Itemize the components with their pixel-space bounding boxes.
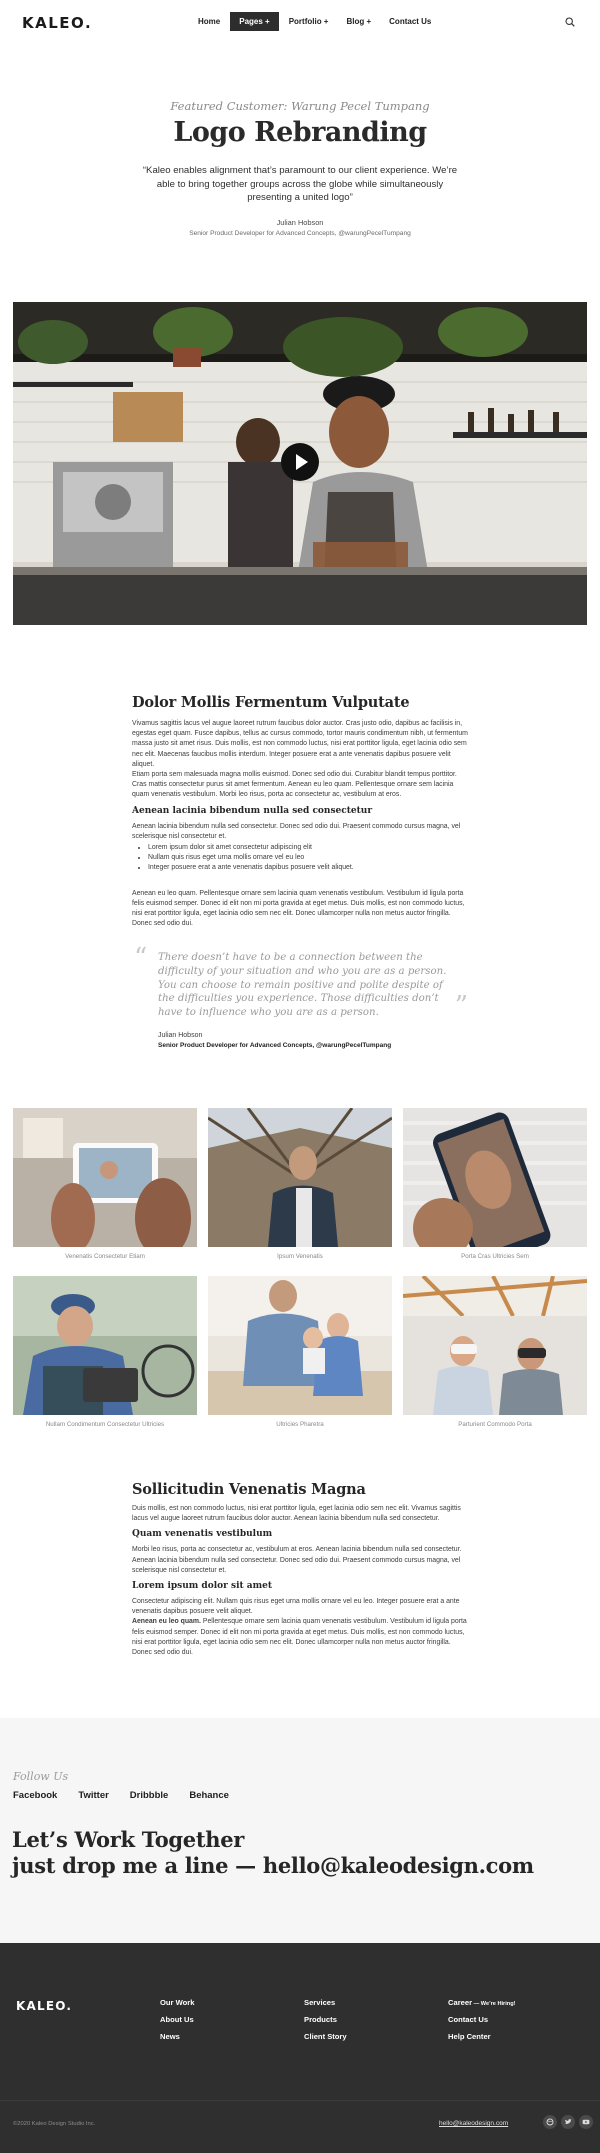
article-paragraph: Aenean eu leo quam. Pellentesque ornare … xyxy=(132,1617,468,1658)
article-subheading: Aenean lacinia bibendum nulla sed consec… xyxy=(132,805,373,816)
list-item: Nullam quis risus eget urna mollis ornar… xyxy=(148,853,468,863)
cta-line-2[interactable]: just drop me a line — hello@kaleodesign.… xyxy=(12,1853,534,1879)
site-header: KALEO. Home Pages + Portfolio + Blog + C… xyxy=(0,0,600,46)
cta-line-1: Let’s Work Together xyxy=(12,1827,245,1852)
gallery-caption: Nullam Condimentum Consectetur Ultricies xyxy=(45,1421,165,1428)
article-subheading: Quam venenatis vestibulum xyxy=(132,1529,273,1540)
quote-open-icon: “ xyxy=(134,943,148,974)
blockquote-author-role: Senior Product Developer for Advanced Co… xyxy=(158,1042,392,1050)
gallery-item[interactable]: Parturient Commodo Porta xyxy=(403,1276,587,1428)
copyright: ©2020 Kaleo Design Studio Inc. xyxy=(13,2121,96,2127)
blockquote-text: There doesn’t have to be a connection be… xyxy=(158,952,447,1018)
footer-link-our-work[interactable]: Our Work xyxy=(160,1998,194,2007)
footer-link-contact[interactable]: Contact Us xyxy=(448,2015,516,2024)
gallery-caption: Ipsum Venenatis xyxy=(277,1253,323,1260)
businessman-phone-image xyxy=(208,1108,392,1247)
social-behance-link[interactable]: Behance xyxy=(189,1790,229,1801)
footer-column: Our Work About Us News xyxy=(160,1998,194,2049)
quote-close-icon: ” xyxy=(454,991,468,1022)
footer-link-services[interactable]: Services xyxy=(304,1998,347,2007)
footer-link-client-story[interactable]: Client Story xyxy=(304,2032,347,2041)
hero-author-role: Senior Product Developer for Advanced Co… xyxy=(189,229,411,237)
elderly-man-tablet-image xyxy=(13,1276,197,1415)
tablet-video-call-image xyxy=(13,1108,197,1247)
article-paragraph: Aenean eu leo quam. Pellentesque ornare … xyxy=(132,889,465,928)
hero-quote: “Kaleo enables alignment that’s paramoun… xyxy=(142,165,458,203)
footer-link-products[interactable]: Products xyxy=(304,2015,347,2024)
family-floor-image xyxy=(208,1276,392,1415)
article-subheading: Lorem ipsum dolor sit amet xyxy=(132,1581,273,1592)
footer-link-help[interactable]: Help Center xyxy=(448,2032,516,2041)
page-title: Logo Rebranding xyxy=(173,117,427,148)
gallery-caption: Ultricies Pharetra xyxy=(276,1421,324,1428)
follow-us-label: Follow Us xyxy=(13,1770,69,1783)
cta-section: Follow Us Facebook Twitter Dribbble Beha… xyxy=(0,1718,600,1943)
play-icon[interactable] xyxy=(281,443,319,481)
footer-logo[interactable]: KALEO. xyxy=(16,1999,72,2013)
hiring-badge: — We’re Hiring! xyxy=(472,2001,516,2007)
blockquote-author: Julian Hobson xyxy=(158,1032,203,1040)
gallery-item[interactable]: Porta Cras Ultricies Sem xyxy=(403,1108,587,1260)
site-footer: KALEO. Our Work About Us News Services P… xyxy=(0,1943,600,2153)
cta-heading: Let’s Work Together just drop me a line … xyxy=(12,1827,534,1879)
list-item: Lorem ipsum dolor sit amet consectetur a… xyxy=(148,843,468,853)
footer-divider xyxy=(0,2100,600,2101)
article-paragraph: Vivamus sagittis lacus vel augue laoreet… xyxy=(132,720,468,768)
list-item: Integer posuere erat a ante venenatis da… xyxy=(148,863,468,873)
main-nav: Home Pages + Portfolio + Blog + Contact … xyxy=(190,12,441,31)
footer-column: Career — We’re Hiring! Contact Us Help C… xyxy=(448,1998,516,2049)
footer-column: Services Products Client Story xyxy=(304,1998,347,2049)
gallery-caption: Parturient Commodo Porta xyxy=(458,1421,532,1428)
blockquote: “ There doesn’t have to be a connection … xyxy=(132,943,468,1050)
article-list: Lorem ipsum dolor sit amet consectetur a… xyxy=(148,843,468,874)
twitter-icon[interactable] xyxy=(561,2115,575,2129)
nav-portfolio[interactable]: Portfolio + xyxy=(281,12,337,31)
article-heading: Dolor Mollis Fermentum Vulputate xyxy=(132,694,410,711)
vr-headsets-image xyxy=(403,1276,587,1415)
youtube-icon[interactable] xyxy=(579,2115,593,2129)
search-icon[interactable] xyxy=(565,17,575,27)
hero-author-name: Julian Hobson xyxy=(276,217,324,227)
video-player[interactable] xyxy=(13,302,587,625)
social-dribbble-link[interactable]: Dribbble xyxy=(130,1790,169,1801)
article-paragraph: Morbi leo risus, porta ac consectetur ac… xyxy=(132,1546,462,1574)
hero-section: Featured Customer: Warung Pecel Tumpang … xyxy=(0,46,600,237)
gallery-item[interactable]: Venenatis Consectetur Etiam xyxy=(13,1108,197,1260)
career-label: Career xyxy=(448,1998,473,2007)
dribbble-icon[interactable] xyxy=(543,2115,557,2129)
article-paragraph: Etiam porta sem malesuada magna mollis e… xyxy=(132,771,457,799)
footer-link-career[interactable]: Career — We’re Hiring! xyxy=(448,1998,516,2007)
featured-customer: Featured Customer: Warung Pecel Tumpang xyxy=(170,99,430,113)
article-paragraph: Aenean lacinia bibendum nulla sed consec… xyxy=(132,822,461,840)
footer-link-about[interactable]: About Us xyxy=(160,2015,194,2024)
article-paragraph: Duis mollis, est non commodo luctus, nis… xyxy=(132,1505,461,1523)
gallery-item[interactable]: Ultricies Pharetra xyxy=(208,1276,392,1428)
article-heading: Sollicitudin Venenatis Magna xyxy=(132,1481,366,1498)
social-facebook-link[interactable]: Facebook xyxy=(13,1790,57,1801)
bold-lead: Aenean eu leo quam. xyxy=(132,1618,201,1626)
article-section-2: Sollicitudin Venenatis Magna Duis mollis… xyxy=(132,1481,468,1658)
gallery-item[interactable]: Nullam Condimentum Consectetur Ultricies xyxy=(13,1276,197,1428)
gallery-caption: Venenatis Consectetur Etiam xyxy=(65,1253,145,1260)
social-twitter-link[interactable]: Twitter xyxy=(78,1790,108,1801)
nav-pages[interactable]: Pages + xyxy=(230,12,279,31)
article-section-1: Dolor Mollis Fermentum Vulputate Vivamus… xyxy=(132,694,468,1049)
social-links: Facebook Twitter Dribbble Behance xyxy=(13,1790,250,1801)
nav-contact[interactable]: Contact Us xyxy=(381,12,439,31)
nav-home[interactable]: Home xyxy=(190,12,228,31)
site-logo[interactable]: KALEO. xyxy=(22,14,92,32)
article-paragraph: Consectetur adipiscing elit. Nullam quis… xyxy=(132,1598,460,1616)
gallery-item[interactable]: Ipsum Venenatis xyxy=(208,1108,392,1260)
footer-email-link[interactable]: hello@kaleodesign.com xyxy=(439,2120,508,2127)
gallery-caption: Porta Cras Ultricies Sem xyxy=(461,1253,529,1260)
footer-link-news[interactable]: News xyxy=(160,2032,194,2041)
phone-face-image xyxy=(403,1108,587,1247)
nav-blog[interactable]: Blog + xyxy=(338,12,379,31)
